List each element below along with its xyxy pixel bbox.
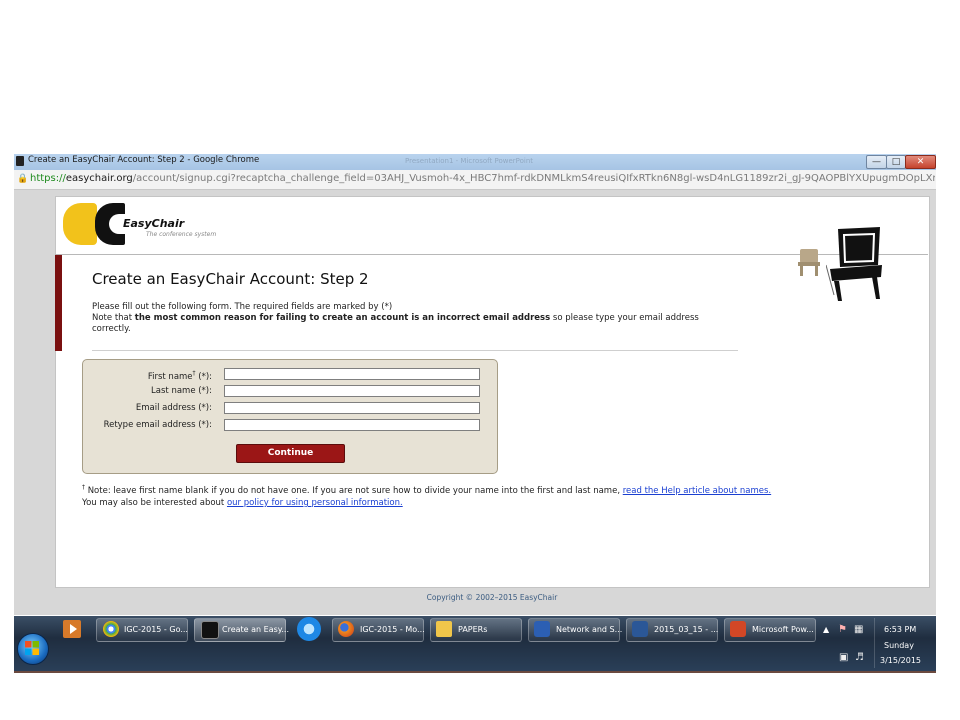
tray-separator [874,618,875,668]
volume-icon[interactable]: ♬ [855,652,864,663]
name-note: † Note: leave first name blank if you do… [82,484,771,496]
accent-bar [55,255,62,351]
retype-email-input[interactable] [224,419,480,431]
small-chair-icon [798,249,820,276]
maximize-button[interactable]: □ [886,155,906,169]
first-name-label: First name† (*): [62,370,212,382]
network-tray-icon[interactable]: ▦ [854,624,863,635]
easychair-icon [201,621,219,639]
taskbar-label-network: Network and S... [556,625,623,634]
logo-e-shape [63,203,97,245]
minimize-button[interactable]: — [866,155,887,169]
taskbar-label-chrome: IGC-2015 - Go... [124,625,188,634]
show-hidden-icons-icon[interactable]: ▲ [823,625,829,634]
note-text: Note: leave first name blank if you do n… [85,485,623,496]
page-title: Create an EasyChair Account: Step 2 [92,270,369,288]
play-glyph-icon [70,624,77,634]
email-label: Email address (*): [135,403,212,413]
taskbar-label-powerpoint: Microsoft Pow... [752,625,814,634]
url-host: easychair.org [65,173,133,184]
easychair-app-icon [16,156,24,166]
continue-button[interactable]: Continue [236,444,345,463]
url-path: /account/signup.cgi?recaptcha_challenge_… [132,173,935,184]
first-name-required: (*): [195,371,212,382]
clock-date[interactable]: 3/15/2015 [880,656,921,665]
instructions-warning: the most common reason for failing to cr… [134,313,551,323]
powerpoint-icon [730,621,746,637]
logo-name: EasyChair [123,217,185,230]
tray-notification-icon[interactable]: ▣ [839,652,848,663]
intro-divider [92,350,738,351]
first-name-label-text: First name [147,371,193,382]
chrome-icon [103,621,119,637]
taskbar-label-folder: PAPERs [458,625,488,634]
firefox-icon [338,621,354,637]
background-window-title: Presentation1 - Microsoft PowerPoint [405,157,534,165]
copyright: Copyright © 2002–2015 EasyChair [426,593,558,602]
policy-note: You may also be interested about our pol… [82,498,403,508]
window-title: Create an EasyChair Account: Step 2 - Go… [28,155,260,165]
action-center-icon[interactable]: ⚑ [838,624,847,635]
instructions: Please fill out the following form. The … [92,302,732,335]
background-strip [14,671,936,673]
close-button[interactable]: ✕ [905,155,936,169]
chair-icon [826,227,882,301]
instructions-line-2: Note that the most common reason for fai… [92,313,732,335]
help-article-link[interactable]: read the Help article about names. [623,486,771,496]
lock-icon: 🔒 [17,174,29,184]
policy-text: You may also be interested about [82,498,227,508]
taskbar-label-firefox: IGC-2015 - Mo... [360,625,425,634]
folder-icon [436,621,452,637]
network-icon [534,621,550,637]
privacy-policy-link[interactable]: our policy for using personal informatio… [227,498,403,508]
retype-email-label: Retype email address (*): [103,420,212,430]
instructions-line-1: Please fill out the following form. The … [92,302,393,312]
email-input[interactable] [224,402,480,414]
clock-time[interactable]: 6:53 PM [884,625,916,634]
clock-day[interactable]: Sunday [884,641,914,650]
url-text[interactable]: https://easychair.org/account/signup.cgi… [30,173,935,184]
taskbar-label-word: 2015_03_15 - ... [654,625,719,634]
taskbar-label-easychair: Create an Easy... [222,625,289,634]
logo-tagline: The conference system [146,231,217,238]
instructions-prefix: Note that [92,313,135,323]
internet-explorer-icon[interactable] [297,617,321,641]
last-name-input[interactable] [224,385,480,397]
last-name-label: Last name (*): [151,386,212,396]
windows-logo-icon [25,641,39,655]
first-name-input[interactable] [224,368,480,380]
footer-divider [55,587,928,588]
word-icon [632,621,648,637]
url-scheme: https:// [30,173,66,184]
